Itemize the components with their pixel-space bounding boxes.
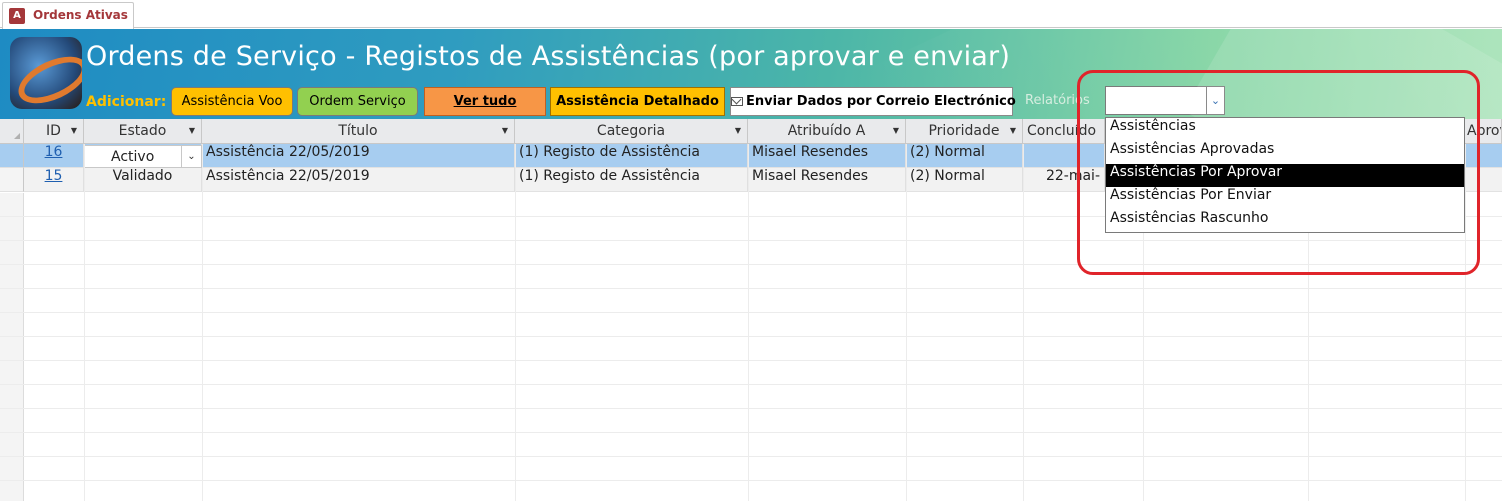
tab-label: Ordens Ativas <box>33 8 128 22</box>
relatorios-input[interactable] <box>1106 87 1207 114</box>
app-logo <box>10 37 82 109</box>
select-all-corner[interactable] <box>0 119 24 144</box>
column-label: Categoria <box>596 123 666 139</box>
ver-tudo-button[interactable]: Ver tudo <box>424 87 546 116</box>
column-label: Prioridade <box>928 123 1000 139</box>
chevron-down-icon[interactable]: ⌄ <box>1206 87 1224 114</box>
dropdown-option[interactable]: Assistências Rascunho <box>1106 210 1464 233</box>
grid-line <box>748 144 749 501</box>
grid-line <box>84 144 85 501</box>
grid-line <box>0 360 1502 361</box>
column-header-prioridade[interactable]: Prioridade ▼ <box>906 119 1023 144</box>
grid-line <box>0 456 1502 457</box>
categoria-cell: (1) Registo de Assistência <box>515 168 748 192</box>
id-link[interactable]: 15 <box>24 168 84 192</box>
grid-line <box>1023 144 1024 501</box>
column-header-id[interactable]: ID ▼ <box>24 119 84 144</box>
relatorios-dropdown-list: Assistências Assistências Aprovadas Assi… <box>1105 117 1465 233</box>
dropdown-option[interactable]: Assistências <box>1106 118 1464 141</box>
enviar-email-button[interactable]: Enviar Dados por Correio Electrónico <box>730 87 1016 116</box>
enviar-email-label: Enviar Dados por Correio Electrónico <box>746 94 1016 109</box>
concluido-cell: 22-mai- <box>1023 168 1105 192</box>
mail-icon <box>731 97 743 106</box>
tab-ordens-ativas[interactable]: A Ordens Ativas <box>2 2 134 29</box>
ordem-servico-label: Ordem Serviço <box>309 94 406 109</box>
page-title: Ordens de Serviço - Registos de Assistên… <box>86 41 1011 72</box>
estado-value: Activo <box>111 149 155 165</box>
sort-arrow-icon[interactable]: ▼ <box>893 119 899 143</box>
column-label: Atribuído A <box>787 123 866 139</box>
sort-arrow-icon[interactable]: ▼ <box>1010 119 1016 143</box>
column-header-estado[interactable]: Estado ▼ <box>84 119 202 144</box>
dropdown-option-selected[interactable]: Assistências Por Aprovar <box>1106 164 1464 187</box>
grid-line <box>0 384 1502 385</box>
titulo-cell: Assistência 22/05/2019 <box>202 144 515 168</box>
relatorios-label: Relatórios <box>1025 93 1090 108</box>
column-label: ID <box>46 123 61 139</box>
chevron-down-icon[interactable]: ⌄ <box>181 146 201 167</box>
grid-line <box>0 288 1502 289</box>
sort-arrow-icon[interactable]: ▼ <box>735 119 741 143</box>
ver-tudo-label: Ver tudo <box>453 94 517 109</box>
id-link[interactable]: 16 <box>24 144 84 168</box>
estado-cell: Validado <box>84 168 202 192</box>
dropdown-option[interactable]: Assistências Por Enviar <box>1106 187 1464 210</box>
row-selector[interactable] <box>0 144 24 168</box>
assistencia-detalhado-label: Assistência Detalhado <box>556 94 719 109</box>
prioridade-cell: (2) Normal <box>906 144 1023 168</box>
column-label: Aprov <box>1467 123 1501 139</box>
form-header: Ordens de Serviço - Registos de Assistên… <box>0 29 1502 119</box>
prioridade-cell: (2) Normal <box>906 168 1023 192</box>
access-icon: A <box>9 8 25 24</box>
grid-line <box>0 408 1502 409</box>
relatorios-combo[interactable]: ⌄ <box>1105 86 1225 115</box>
assistencia-voo-button[interactable]: Assistência Voo <box>171 87 293 116</box>
sort-arrow-icon[interactable]: ▼ <box>189 119 195 143</box>
concluido-cell <box>1023 144 1105 168</box>
grid-line <box>1465 144 1466 501</box>
grid-line <box>202 144 203 501</box>
column-label: Concluído <box>1027 123 1097 139</box>
grid-line <box>515 144 516 501</box>
grid-line <box>0 240 1502 241</box>
column-label: Estado <box>118 123 167 139</box>
ordem-servico-button[interactable]: Ordem Serviço <box>297 87 418 116</box>
row-selector[interactable] <box>0 168 24 192</box>
categoria-cell: (1) Registo de Assistência <box>515 144 748 168</box>
grid-line <box>906 144 907 501</box>
grid-line <box>0 312 1502 313</box>
app-window: A Ordens Ativas Ordens de Serviço - Regi… <box>0 0 1502 501</box>
atribuido-cell: Misael Resendes <box>748 144 906 168</box>
titulo-cell: Assistência 22/05/2019 <box>202 168 515 192</box>
column-header-atribuido[interactable]: Atribuído A ▼ <box>748 119 906 144</box>
grid-line <box>0 336 1502 337</box>
grid-line <box>0 480 1502 481</box>
column-header-concluido[interactable]: Concluído <box>1023 119 1105 144</box>
dropdown-option[interactable]: Assistências Aprovadas <box>1106 141 1464 164</box>
adicionar-label: Adicionar: <box>86 94 167 110</box>
assistencia-detalhado-button[interactable]: Assistência Detalhado <box>550 87 725 116</box>
sort-arrow-icon[interactable]: ▼ <box>71 119 77 143</box>
column-label: Título <box>338 123 378 139</box>
column-header-categoria[interactable]: Categoria ▼ <box>515 119 748 144</box>
column-header-aprov[interactable]: Aprov <box>1465 119 1502 144</box>
grid-line <box>0 264 1502 265</box>
grid-line <box>0 432 1502 433</box>
atribuido-cell: Misael Resendes <box>748 168 906 192</box>
document-tab-strip: A Ordens Ativas <box>0 0 1502 29</box>
assistencia-voo-label: Assistência Voo <box>181 94 283 109</box>
sort-arrow-icon[interactable]: ▼ <box>502 119 508 143</box>
column-header-titulo[interactable]: Título ▼ <box>202 119 515 144</box>
